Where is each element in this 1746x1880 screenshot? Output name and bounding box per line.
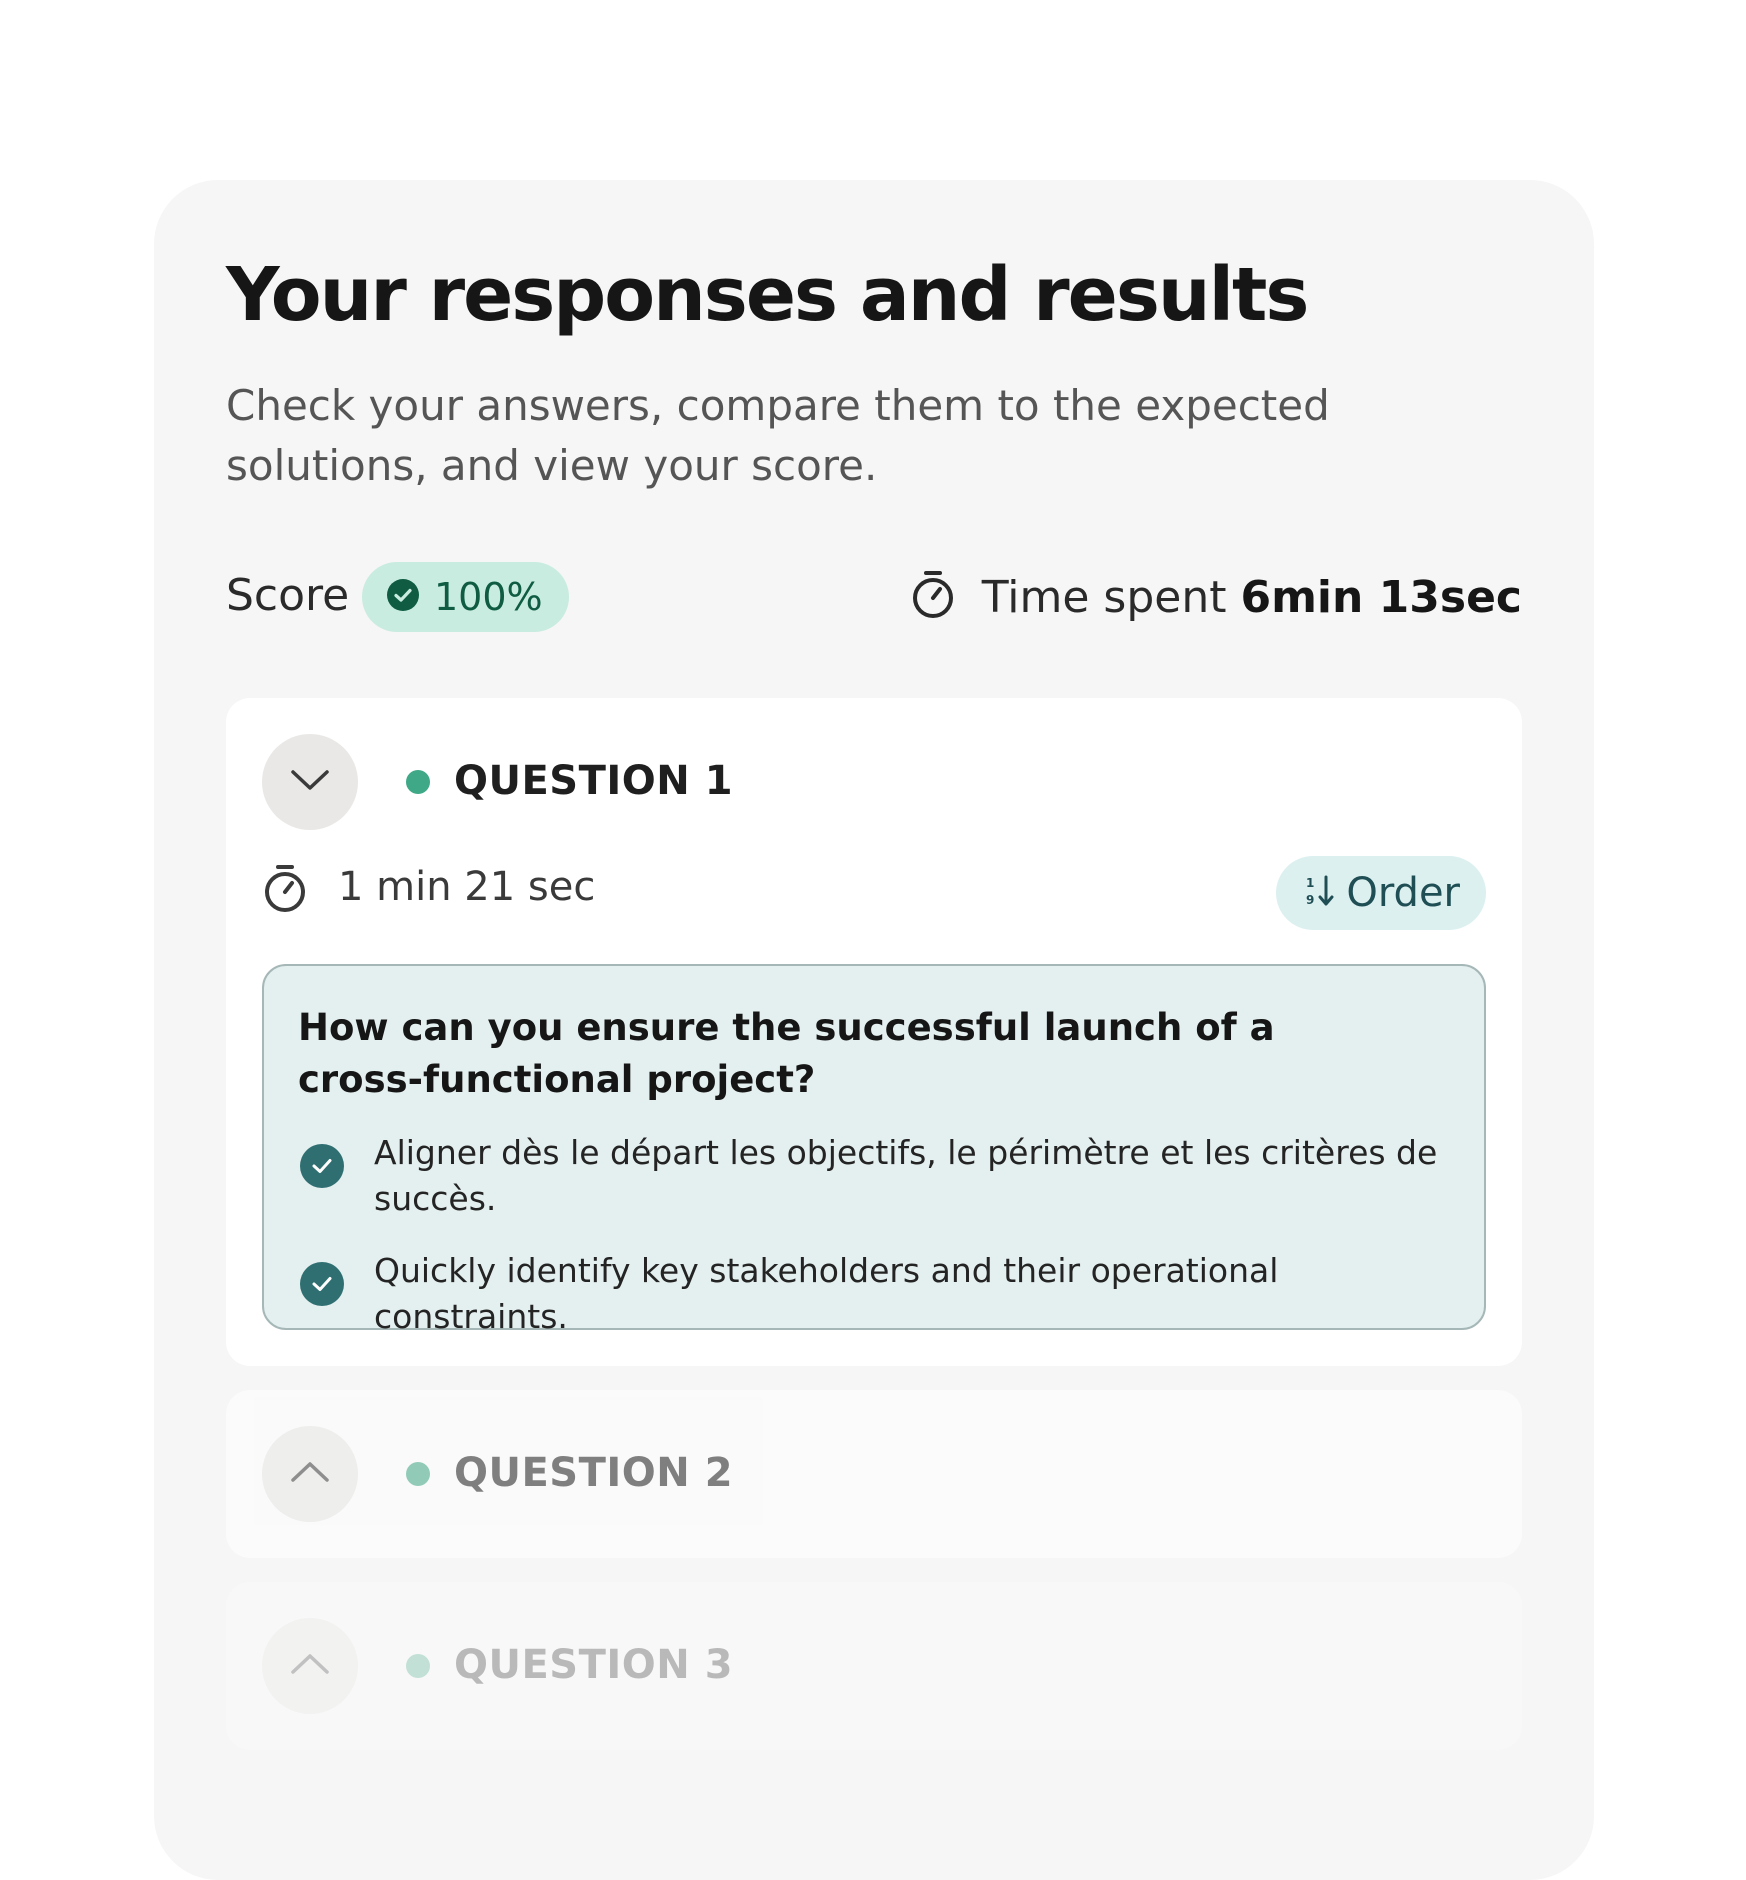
question-title: QUESTION 3 [454, 1642, 734, 1688]
stopwatch-icon [910, 570, 956, 624]
status-dot [406, 1462, 430, 1486]
stopwatch-icon [262, 864, 308, 918]
check-circle-icon [300, 1262, 344, 1306]
question-prompt: How can you ensure the successful launch… [298, 1006, 1275, 1101]
page-title: Your responses and results [226, 252, 1309, 338]
status-dot [406, 770, 430, 794]
stats-row: Score 100% Time spent 6min 13sec [226, 562, 1522, 632]
time-spent-label: Time spent [981, 571, 1227, 623]
svg-text:9: 9 [1306, 893, 1314, 907]
page-subtitle: Check your answers, compare them to the … [226, 381, 1330, 490]
score-label: Score [226, 570, 350, 621]
collapse-button[interactable] [262, 734, 358, 830]
answer-box: How can you ensure the successful launch… [262, 964, 1486, 1336]
expand-button[interactable] [262, 1618, 358, 1714]
answer-item: Quickly identify key stakeholders and th… [300, 1248, 1440, 1340]
order-label: Order [1346, 870, 1460, 916]
status-dot [406, 1654, 430, 1678]
chevron-up-icon [290, 1460, 330, 1488]
chevron-down-icon [290, 768, 330, 796]
check-circle-icon [300, 1144, 344, 1188]
question-title: QUESTION 2 [454, 1450, 734, 1496]
sort-order-icon: 1 9 [1306, 874, 1336, 912]
svg-text:1: 1 [1306, 876, 1314, 890]
score-value: 100% [434, 575, 543, 619]
expand-button[interactable] [262, 1426, 358, 1522]
question-card: QUESTION 2 [226, 1390, 1522, 1558]
time-spent: Time spent 6min 13sec [910, 562, 1522, 632]
answer-text: Aligner dès le départ les objectifs, le … [374, 1133, 1438, 1218]
chevron-up-icon [290, 1652, 330, 1680]
answer-item: Aligner dès le départ les objectifs, le … [300, 1130, 1440, 1222]
time-spent-value: 6min 13sec [1240, 571, 1522, 623]
question-time: 1 min 21 sec [338, 864, 596, 910]
question-title: QUESTION 1 [454, 758, 734, 804]
results-panel: Your responses and results Check your an… [154, 180, 1594, 1880]
question-card: QUESTION 1 1 min 21 sec 1 9 Order How ca… [226, 698, 1522, 1366]
answer-text: Quickly identify key stakeholders and th… [374, 1251, 1279, 1336]
check-circle-icon [386, 578, 420, 616]
order-badge[interactable]: 1 9 Order [1276, 856, 1486, 930]
score-badge: 100% [362, 562, 569, 632]
question-card: QUESTION 3 [226, 1582, 1522, 1750]
